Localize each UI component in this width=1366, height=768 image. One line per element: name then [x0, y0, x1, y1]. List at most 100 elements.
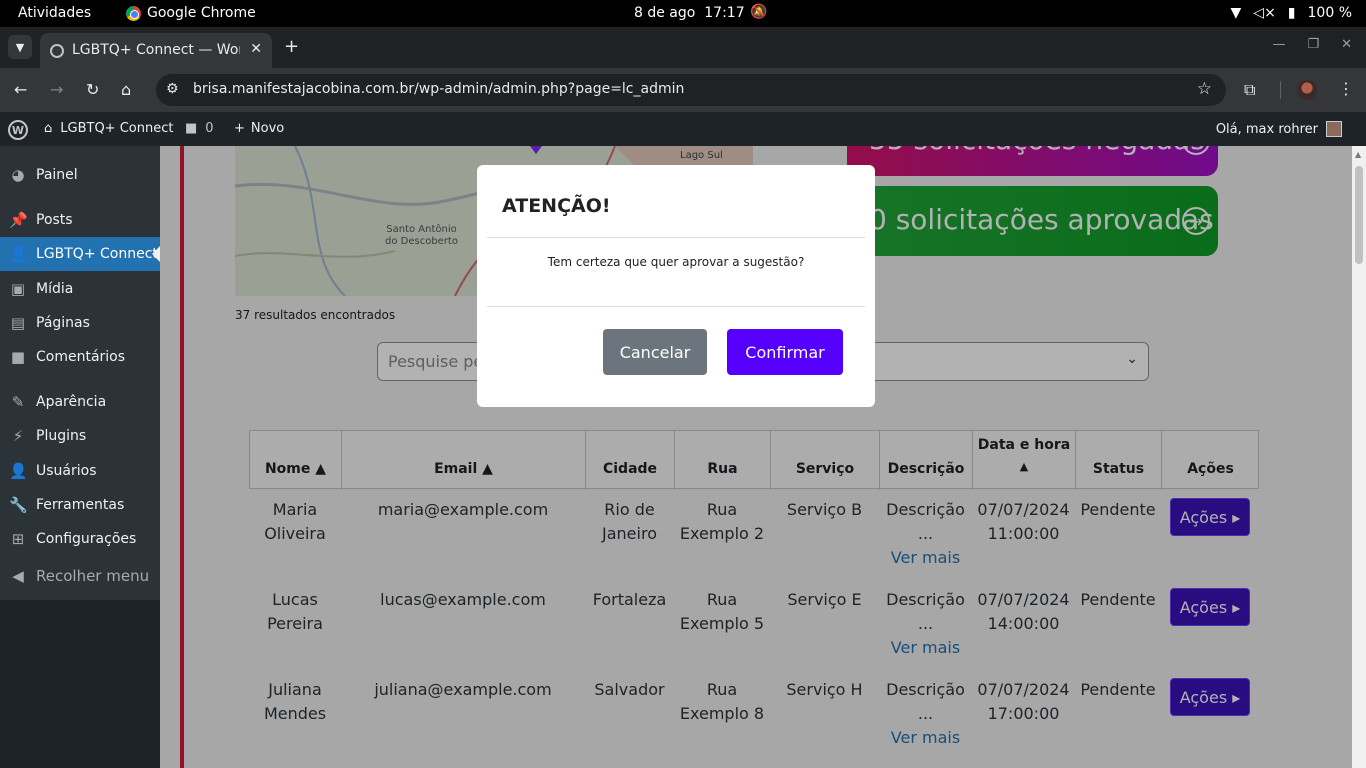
collapse-icon: ◀ — [12, 567, 24, 585]
comments-link[interactable]: ■ 0 — [185, 121, 214, 136]
media-icon: ▣ — [10, 280, 26, 298]
menu-item-painel[interactable]: ◕ Painel — [0, 158, 160, 192]
home-icon[interactable]: ⌂ — [121, 80, 131, 99]
brush-icon: ✎ — [11, 393, 25, 411]
profile-avatar[interactable] — [1297, 80, 1317, 100]
chrome-menu-icon[interactable]: ⋮ — [1338, 79, 1354, 98]
plugin-icon: ⚡ — [12, 427, 24, 445]
house-icon: ⌂ — [44, 121, 53, 136]
window-controls: — ❐ ✕ — [1272, 37, 1352, 52]
time-label: 17:17 — [704, 5, 745, 21]
url-text: brisa.manifestajacobina.com.br/wp-admin/… — [193, 81, 685, 97]
forward-icon[interactable]: → — [50, 80, 63, 99]
wifi-icon: ▼ — [1230, 5, 1242, 21]
dialog-message: Tem certeza que quer aprovar a sugestão? — [547, 255, 805, 269]
new-content-link[interactable]: + Novo — [234, 121, 284, 136]
browser-tab[interactable]: LGBTQ+ Connect — WordPress ✕ — [40, 33, 272, 68]
menu-item-posts[interactable]: 📌 Posts — [0, 203, 160, 237]
comment-bubble-icon: ■ — [185, 121, 198, 136]
restore-icon[interactable]: ❐ — [1307, 37, 1319, 52]
back-icon[interactable]: ← — [14, 80, 27, 99]
battery-level: 100 % — [1307, 5, 1352, 21]
site-name-link[interactable]: ⌂ LGBTQ+ Connect — [44, 121, 173, 136]
dashboard-icon: ◕ — [11, 166, 25, 184]
close-window-icon[interactable]: ✕ — [1341, 37, 1352, 52]
user-icon: 👤 — [9, 245, 28, 263]
close-tab-icon[interactable]: ✕ — [250, 41, 262, 57]
howdy-text: Olá, max rohrer — [1215, 121, 1318, 137]
menu-item-configuracoes[interactable]: ⊞ Configurações — [0, 522, 160, 556]
plus-icon: + — [234, 121, 245, 136]
settings-icon: ⊞ — [11, 530, 25, 548]
chrome-icon — [126, 5, 141, 21]
browser-toolbar: ← → ↻ ⌂ ⚙ brisa.manifestajacobina.com.br… — [0, 68, 1366, 112]
menu-label: Recolher menu — [36, 567, 150, 585]
dialog-divider — [487, 237, 865, 238]
menu-label: Posts — [36, 212, 73, 228]
menu-label: Painel — [36, 167, 78, 183]
menu-label: Páginas — [36, 315, 90, 331]
volume-muted-icon: ◁× — [1253, 5, 1276, 21]
users-icon: 👤 — [9, 462, 28, 480]
comments-count: 0 — [205, 121, 214, 136]
wp-admin-bar: W ⌂ LGBTQ+ Connect ■ 0 + Novo Olá, max r… — [0, 112, 1366, 146]
extensions-icon[interactable]: ⧉ — [1244, 80, 1255, 100]
menu-label: Ferramentas — [36, 497, 125, 513]
reload-icon[interactable]: ↻ — [86, 80, 99, 99]
menu-label: LGBTQ+ Connect — [36, 246, 158, 262]
minimize-icon[interactable]: — — [1272, 37, 1285, 52]
wordpress-logo-icon[interactable]: W — [8, 120, 28, 140]
cancel-button[interactable]: Cancelar — [603, 329, 707, 375]
menu-label: Aparência — [36, 394, 107, 410]
date-label: 8 de ago — [634, 5, 696, 21]
menu-label: Mídia — [36, 281, 74, 297]
comment-icon: ■ — [10, 348, 26, 366]
address-bar[interactable]: ⚙ brisa.manifestajacobina.com.br/wp-admi… — [156, 74, 1226, 106]
user-avatar — [1326, 121, 1342, 137]
menu-label: Usuários — [36, 463, 97, 479]
chevron-down-icon: ▼ — [15, 40, 25, 54]
pages-icon: ▤ — [10, 314, 26, 332]
page-scrollbar[interactable]: ▲ — [1352, 146, 1366, 768]
collapse-menu-button[interactable]: ◀ Recolher menu — [0, 559, 160, 593]
clock[interactable]: 8 de ago 17:17 — [634, 5, 745, 21]
menu-item-usuarios[interactable]: 👤 Usuários — [0, 454, 160, 488]
site-info-icon[interactable]: ⚙ — [166, 81, 179, 97]
menu-item-comentarios[interactable]: ■ Comentários — [0, 340, 160, 374]
new-label: Novo — [250, 121, 285, 136]
notifications-muted-icon: 🔕 — [750, 4, 768, 20]
browser-tab-bar: ▼ LGBTQ+ Connect — WordPress ✕ + — ❐ ✕ — [0, 27, 1366, 68]
menu-item-midia[interactable]: ▣ Mídia — [0, 272, 160, 306]
system-tray[interactable]: ▼ ◁× ▮ 100 % — [1231, 5, 1352, 21]
menu-label: Plugins — [36, 428, 87, 444]
toolbar-divider — [1280, 81, 1281, 99]
menu-label: Comentários — [36, 349, 126, 365]
tab-title: LGBTQ+ Connect — WordPress — [72, 42, 240, 58]
globe-icon — [50, 44, 64, 58]
account-menu[interactable]: Olá, max rohrer — [1216, 121, 1342, 137]
menu-item-paginas[interactable]: ▤ Páginas — [0, 306, 160, 340]
admin-menu: ◕ Painel 📌 Posts 👤 LGBTQ+ Connect ▣ Mídia ▤ P… — [0, 146, 160, 600]
bookmark-star-icon[interactable]: ☆ — [1197, 79, 1212, 99]
confirm-button[interactable]: Confirmar — [727, 329, 843, 375]
dialog-title: ATENÇÃO! — [502, 195, 611, 217]
menu-item-plugins[interactable]: ⚡ Plugins — [0, 419, 160, 453]
admin-sidebar: ◕ Painel 📌 Posts 👤 LGBTQ+ Connect ▣ Mídia ▤ P… — [0, 146, 160, 768]
app-name: Google Chrome — [147, 5, 256, 21]
new-tab-button[interactable]: + — [284, 36, 299, 57]
menu-item-aparencia[interactable]: ✎ Aparência — [0, 385, 160, 419]
scroll-up-icon[interactable]: ▲ — [1355, 150, 1361, 159]
tab-search-button[interactable]: ▼ — [8, 35, 32, 59]
system-top-bar: Atividades Google Chrome 8 de ago 17:17 … — [0, 0, 1366, 27]
pin-icon: 📌 — [9, 211, 28, 229]
wrench-icon: 🔧 — [9, 496, 28, 514]
site-name: LGBTQ+ Connect — [60, 121, 174, 136]
menu-item-lgbtq-connect[interactable]: 👤 LGBTQ+ Connect — [0, 237, 160, 271]
menu-label: Configurações — [36, 531, 137, 547]
menu-item-ferramentas[interactable]: 🔧 Ferramentas — [0, 488, 160, 522]
dialog-divider — [487, 306, 865, 307]
battery-icon: ▮ — [1287, 5, 1296, 21]
app-menu[interactable]: Google Chrome — [126, 5, 256, 21]
scrollbar-thumb[interactable] — [1355, 166, 1363, 264]
activities-button[interactable]: Atividades — [18, 5, 91, 21]
